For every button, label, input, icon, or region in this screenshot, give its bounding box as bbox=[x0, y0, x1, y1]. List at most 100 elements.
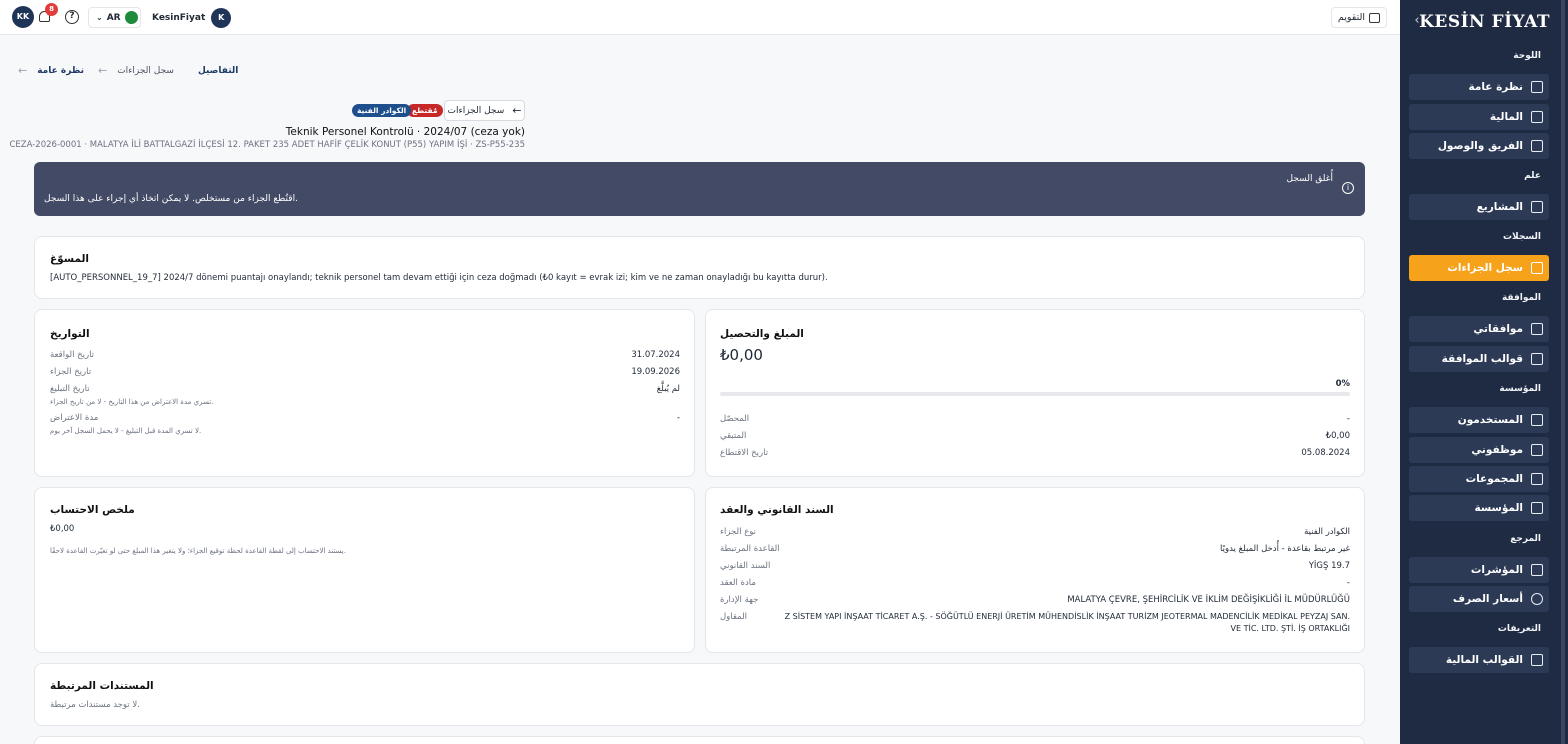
penalty-type-label: نوع الجزاء bbox=[720, 527, 757, 537]
category-badge: الكوادر الفنية bbox=[352, 104, 412, 117]
notice-date-hint: تسري مدة الاعتراض من هذا التاريخ - لا من… bbox=[50, 398, 214, 406]
sidebar-item-approval-templates[interactable]: قوالب الموافقة bbox=[1409, 346, 1549, 372]
sidebar-section-organization: المؤسسة bbox=[1499, 384, 1541, 394]
justification-card: المسوّغ [AUTO_PERSONNEL_19_7] 2024/7 dön… bbox=[34, 236, 1365, 299]
calculation-note: يستند الاحتساب إلى لقطة القاعدة لحظة توق… bbox=[50, 547, 346, 555]
deduction-date-label: تاريخ الاقتطاع bbox=[720, 448, 769, 458]
id-card-icon bbox=[1531, 444, 1543, 456]
sidebar-item-my-approvals[interactable]: موافقاتي bbox=[1409, 316, 1549, 342]
sidebar-item-label: القوالب المالية bbox=[1445, 654, 1523, 666]
sidebar-item-label: أسعار الصرف bbox=[1452, 593, 1523, 605]
sidebar-section-definitions: التعريفات bbox=[1497, 624, 1541, 634]
remaining-value: ₺0,00 bbox=[1325, 431, 1350, 441]
sidebar-item-label: المؤسسة bbox=[1474, 502, 1523, 514]
calculation-title: ملخص الاحتساب bbox=[50, 504, 135, 516]
collected-value: - bbox=[1346, 414, 1350, 424]
wallet-icon bbox=[1531, 111, 1543, 123]
sidebar: ‹ KESİN FİYAT اللوحة نظرة عامة المالية ا… bbox=[1400, 0, 1568, 744]
breadcrumb-overview[interactable]: نظرة عامة bbox=[37, 66, 84, 76]
language-selector[interactable]: ⌄ AR bbox=[88, 7, 141, 28]
contract-article-value: - bbox=[1346, 578, 1350, 588]
remaining-label: المتبقي bbox=[720, 431, 747, 441]
authority-value: MALATYA ÇEVRE, ŞEHİRCİLİK VE İKLİM DEĞİŞ… bbox=[1067, 595, 1350, 605]
sidebar-item-employees[interactable]: موظفوني bbox=[1409, 437, 1549, 463]
documents-title: المستندات المرتبطة bbox=[50, 680, 154, 692]
justification-title: المسوّغ bbox=[50, 253, 90, 265]
sidebar-item-label: الفريق والوصول bbox=[1437, 140, 1523, 152]
sidebar-item-label: المالية bbox=[1489, 111, 1523, 123]
sidebar-section-reference: المرجع bbox=[1510, 534, 1541, 544]
bell-icon[interactable]: 8 bbox=[37, 3, 58, 25]
linked-rule-value: غير مرتبط بقاعدة - أُدخل المبلغ يدويًا bbox=[1220, 544, 1350, 554]
collection-progress-bar bbox=[720, 392, 1350, 396]
contract-article-label: مادة العقد bbox=[720, 578, 756, 588]
notification-badge: 8 bbox=[45, 3, 58, 16]
calendar-label: التقويم bbox=[1337, 12, 1365, 23]
sidebar-item-finance[interactable]: المالية bbox=[1409, 104, 1549, 130]
sidebar-item-label: المشاريع bbox=[1476, 201, 1523, 213]
sidebar-item-indicators[interactable]: المؤشرات bbox=[1409, 557, 1549, 583]
alert-text: اقتُطع الجزاء من مستخلص. لا يمكن اتخاذ أ… bbox=[44, 194, 298, 204]
arrow-left-icon: ← bbox=[512, 104, 522, 117]
status-badge: مُقتطع bbox=[407, 104, 443, 117]
calculation-summary-card: ملخص الاحتساب ₺0,00 يستند الاحتساب إلى ل… bbox=[34, 487, 695, 653]
sidebar-item-label: المستخدمون bbox=[1457, 414, 1523, 426]
page-subtitle: CEZA-2026-0001 · MALATYA İLİ BATTALGAZİ … bbox=[9, 140, 525, 150]
globe-icon bbox=[1531, 593, 1543, 605]
arrow-left-icon: ← bbox=[18, 64, 28, 77]
brand-logo[interactable]: KESİN FİYAT bbox=[1419, 12, 1550, 32]
contractor-label: المقاول bbox=[720, 612, 748, 622]
flag-icon bbox=[124, 11, 138, 24]
sidebar-item-institution[interactable]: المؤسسة bbox=[1409, 495, 1549, 521]
incident-date-label: تاريخ الواقعة bbox=[50, 350, 95, 360]
sidebar-section-dashboard: اللوحة bbox=[1513, 51, 1541, 61]
breadcrumb-penalties[interactable]: سجل الجزاءات bbox=[117, 66, 174, 76]
calculation-value: ₺0,00 bbox=[50, 524, 75, 534]
user-avatar[interactable]: KK bbox=[12, 6, 34, 28]
contractor-value-line1: Z SİSTEM YAPI İNŞAAT TİCARET A.Ş. - SÖĞÜ… bbox=[784, 612, 1350, 621]
sidebar-item-label: موافقاتي bbox=[1473, 323, 1523, 335]
shield-user-icon bbox=[1531, 140, 1543, 152]
sidebar-item-team[interactable]: الفريق والوصول bbox=[1409, 133, 1549, 159]
sidebar-scrollbar[interactable] bbox=[1561, 0, 1565, 744]
amount-title: المبلغ والتحصيل bbox=[720, 328, 804, 340]
penalty-type-value: الكوادر الفنية bbox=[1304, 527, 1350, 537]
sidebar-item-label: المجموعات bbox=[1465, 473, 1523, 485]
breadcrumb: ← نظرة عامة ← سجل الجزاءات التفاصيل bbox=[18, 64, 238, 77]
back-button-label: سجل الجزاءات bbox=[447, 105, 505, 116]
sidebar-item-users[interactable]: المستخدمون bbox=[1409, 407, 1549, 433]
sidebar-item-exchange-rates[interactable]: أسعار الصرف bbox=[1409, 586, 1549, 612]
sidebar-item-label: نظرة عامة bbox=[1468, 81, 1523, 93]
sidebar-item-penalties[interactable]: سجل الجزاءات bbox=[1409, 255, 1549, 281]
sidebar-item-financial-templates[interactable]: القوالب المالية bbox=[1409, 647, 1549, 673]
objection-period-label: مدة الاعتراض bbox=[50, 413, 99, 423]
legal-basis-label: السند القانوني bbox=[720, 561, 771, 571]
sidebar-item-overview[interactable]: نظرة عامة bbox=[1409, 74, 1549, 100]
org-avatar: K bbox=[211, 7, 232, 28]
incident-date-value: 31.07.2024 bbox=[631, 350, 680, 360]
deduction-date-value: 05.08.2024 bbox=[1301, 448, 1350, 458]
sidebar-item-label: موظفوني bbox=[1471, 444, 1523, 456]
org-switcher[interactable]: KesinFiyat K bbox=[145, 7, 232, 28]
justification-text: [AUTO_PERSONNEL_19_7] 2024/7 dönemi puan… bbox=[50, 273, 828, 283]
question-icon[interactable]: ? bbox=[65, 10, 79, 24]
dates-card: التواريخ تاريخ الواقعة 31.07.2024 تاريخ … bbox=[34, 309, 695, 477]
notice-date-label: تاريخ التبليغ bbox=[50, 384, 90, 394]
calendar-button[interactable]: التقويم bbox=[1331, 7, 1387, 28]
legal-title: السند القانوني والعقد bbox=[720, 504, 834, 516]
back-button[interactable]: سجل الجزاءات ← bbox=[444, 100, 525, 121]
sidebar-item-projects[interactable]: المشاريع bbox=[1409, 194, 1549, 220]
sidebar-section-general: علم bbox=[1524, 171, 1541, 181]
amount-total: ₺0,00 bbox=[720, 346, 763, 364]
building-icon bbox=[1531, 502, 1543, 514]
sidebar-item-groups[interactable]: المجموعات bbox=[1409, 466, 1549, 492]
objection-period-value: - bbox=[676, 413, 680, 423]
top-bar: KK 8 ? ⌄ AR KesinFiyat K التقويم bbox=[0, 0, 1400, 35]
folder-icon bbox=[1531, 201, 1543, 213]
linked-rule-label: القاعدة المرتبطة bbox=[720, 544, 780, 554]
chevron-down-icon: ⌄ bbox=[96, 13, 103, 22]
sidebar-section-records: السجلات bbox=[1503, 232, 1541, 242]
closed-record-alert: i أُغلق السجل اقتُطع الجزاء من مستخلص. ل… bbox=[34, 162, 1365, 216]
next-card bbox=[34, 736, 1365, 744]
users-icon bbox=[1531, 473, 1543, 485]
